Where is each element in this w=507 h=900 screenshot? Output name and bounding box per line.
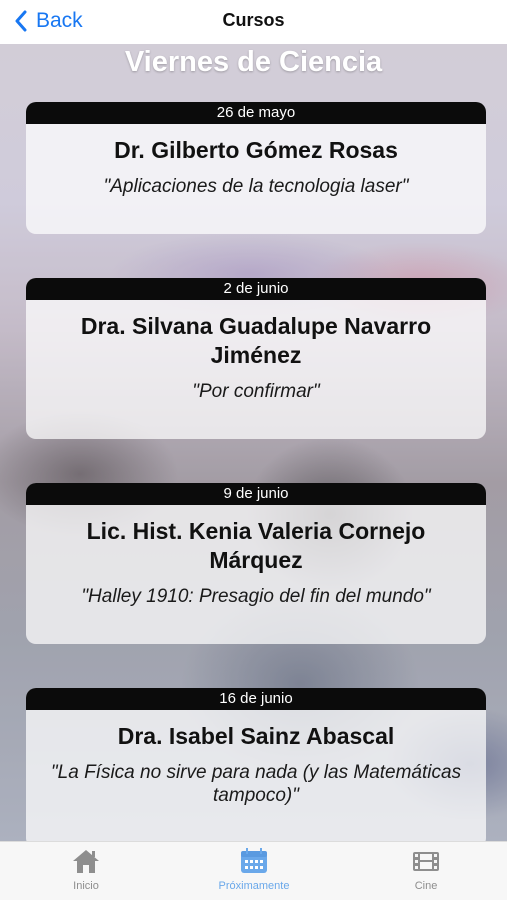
home-icon [73, 850, 99, 873]
tab-label: Inicio [73, 880, 99, 892]
event-topic: "Por confirmar" [192, 381, 320, 402]
event-card[interactable]: 2 de junio Dra. Silvana Guadalupe Navarr… [26, 278, 486, 439]
tab-proximamente[interactable]: Próximamente [194, 847, 314, 892]
event-topic: "Halley 1910: Presagio del fin del mundo… [81, 586, 431, 607]
event-speaker: Dra. Silvana Guadalupe Navarro Jiménez [80, 313, 432, 368]
tab-label: Cine [414, 880, 438, 892]
calendar-icon [241, 848, 267, 873]
event-date: 26 de mayo [26, 102, 486, 124]
tab-inicio[interactable]: Inicio [26, 847, 146, 892]
event-speaker: Lic. Hist. Kenia Valeria Cornejo Márquez [86, 518, 426, 573]
page-title: Cursos [222, 10, 285, 30]
event-topic: "Aplicaciones de la tecnologia laser" [103, 176, 409, 197]
tab-cine[interactable]: Cine [366, 847, 486, 892]
event-speaker: Dra. Isabel Sainz Abascal [117, 723, 395, 749]
event-topic: "La Física no sirve para nada (y las Mat… [50, 762, 462, 806]
event-list-scroll[interactable]: Viernes de Ciencia 26 de mayo Dr. Gilber… [0, 44, 507, 841]
event-date: 9 de junio [26, 483, 486, 505]
app-screen: Back Cursos Viernes de Ciencia 26 de may… [0, 0, 507, 900]
event-date: 2 de junio [26, 278, 486, 300]
event-card[interactable]: 9 de junio Lic. Hist. Kenia Valeria Corn… [26, 483, 486, 644]
tab-label: Próximamente [218, 880, 290, 892]
film-icon [413, 852, 439, 871]
event-speaker: Dr. Gilberto Gómez Rosas [114, 137, 398, 163]
tab-bar: Inicio Próximamente Cine [0, 841, 507, 900]
section-title: Viernes de Ciencia [124, 46, 383, 78]
event-date: 16 de junio [26, 688, 486, 710]
navigation-bar: Back Cursos [0, 0, 507, 44]
event-card[interactable]: 16 de junio Dra. Isabel Sainz Abascal "L… [26, 688, 486, 841]
event-card[interactable]: 26 de mayo Dr. Gilberto Gómez Rosas "Apl… [26, 102, 486, 234]
